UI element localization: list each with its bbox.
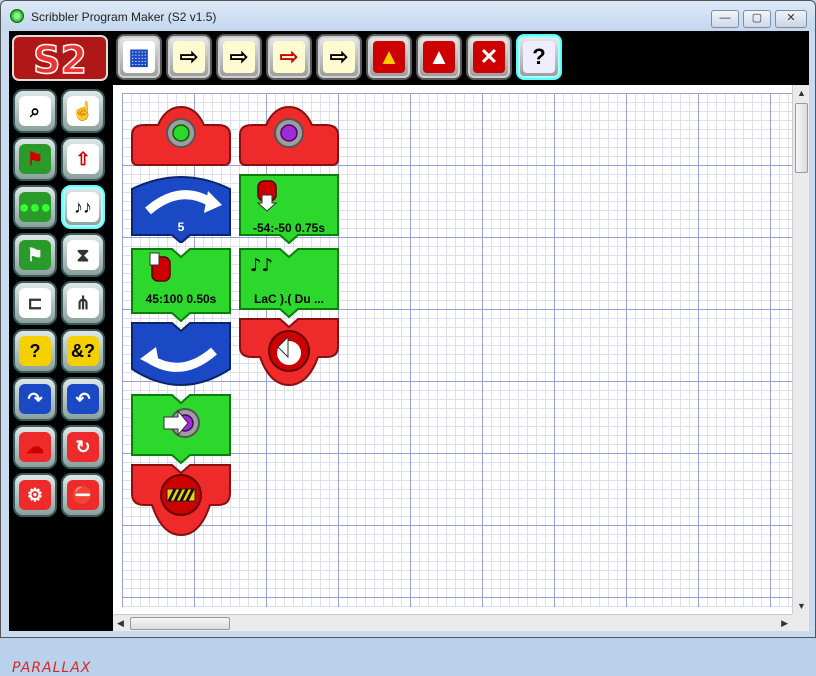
- window-title: Scribbler Program Maker (S2 v1.5): [31, 10, 217, 24]
- gear-arrow-icon: ⚙: [19, 480, 51, 510]
- vertical-scrollbar[interactable]: ▲ ▼: [792, 85, 809, 614]
- robot-tools-icon: ✕: [473, 41, 505, 73]
- program-canvas[interactable]: 5 45:100 0.50s -54:-50 0.75s ♪♪ LaC).(…: [113, 85, 809, 631]
- music-block-label: LaC ).( Du ...: [254, 292, 324, 306]
- client-area: S2 ▦ ⇨ ⇨ ⇨ ⇨ ▲ ▲ ✕? ⌕ ☝ ⚑ ⇧ ●●● ♪♪ ⚑ ⧗ ⊏ ⋔? &? ↷ ↶ ☁ ↻ ⚙ ⛔ PARA…: [9, 31, 809, 676]
- gear-call-block[interactable]: [130, 393, 232, 465]
- toolbar-button-robot-tools[interactable]: ✕: [466, 34, 512, 80]
- stop-block[interactable]: [130, 463, 232, 537]
- palette-button-fork[interactable]: ⋔: [61, 281, 105, 325]
- minimize-button[interactable]: —: [711, 10, 739, 28]
- loop-top-icon: ↷: [19, 384, 51, 414]
- app-icon: [10, 9, 24, 23]
- palette-button-loop-top[interactable]: ↷: [13, 377, 57, 421]
- flag-square-icon: ⚑: [19, 144, 51, 174]
- s2-logo: S2: [12, 35, 108, 81]
- palette-button-cloud[interactable]: ☁: [13, 425, 57, 469]
- and-question-icon: &?: [67, 336, 99, 366]
- loop-end-block[interactable]: [130, 321, 232, 399]
- toolbar-button-grid-view[interactable]: ▦: [116, 34, 162, 80]
- palette-button-question[interactable]: ?: [13, 329, 57, 373]
- title-bar: Scribbler Program Maker (S2 v1.5) — ▢ ✕: [1, 1, 815, 31]
- robot-halo-icon: ▲: [373, 41, 405, 73]
- hourglass-icon: ⧗: [67, 240, 99, 270]
- cloud-icon: ☁: [19, 432, 51, 462]
- toolbar-button-open-file[interactable]: ⇨: [166, 34, 212, 80]
- svg-text:♪♪: ♪♪: [250, 255, 273, 276]
- toolbar-button-robot-compass[interactable]: ▲: [416, 34, 462, 80]
- music-block[interactable]: ♪♪: [238, 247, 340, 319]
- parallax-brand: PARALLAX: [12, 660, 92, 676]
- toolbar: S2 ▦ ⇨ ⇨ ⇨ ⇨ ▲ ▲ ✕?: [9, 31, 809, 85]
- zoom-icon: ⌕: [19, 96, 51, 126]
- toolbar-button-save-file[interactable]: ⇨: [266, 34, 312, 80]
- close-button[interactable]: ✕: [775, 10, 807, 28]
- loop-bottom-icon: ↶: [67, 384, 99, 414]
- palette-button-hand[interactable]: ☝: [61, 89, 105, 133]
- palette-button-motor-up[interactable]: ⇧: [61, 137, 105, 181]
- move-block-label: 45:100 0.50s: [145, 292, 217, 306]
- toolbar-button-robot-halo[interactable]: ▲: [366, 34, 412, 80]
- scroll-left-icon[interactable]: ◀: [117, 618, 124, 629]
- horizontal-scroll-thumb[interactable]: [130, 617, 230, 630]
- move-block[interactable]: [130, 247, 232, 323]
- app-window: Scribbler Program Maker (S2 v1.5) — ▢ ✕ …: [0, 0, 816, 676]
- palette-button-flag-arrow[interactable]: ⚑: [13, 233, 57, 277]
- move-block-2-label: -54:-50 0.75s: [252, 221, 326, 235]
- palette-button-gear-arrow[interactable]: ⚙: [13, 473, 57, 517]
- return-block[interactable]: [238, 317, 340, 387]
- import-file-icon: ⇨: [223, 41, 255, 73]
- scroll-down-icon[interactable]: ▼: [797, 601, 806, 611]
- loop-count: 5: [177, 220, 185, 234]
- palette-button-lights[interactable]: ●●●: [13, 185, 57, 229]
- robot-compass-icon: ▲: [423, 41, 455, 73]
- export-list-icon: ⇨: [323, 41, 355, 73]
- open-file-icon: ⇨: [173, 41, 205, 73]
- flag-arrow-icon: ⚑: [19, 240, 51, 270]
- fork-icon: ⋔: [67, 288, 99, 318]
- return-icon: ↻: [67, 432, 99, 462]
- hand-icon: ☝: [67, 96, 99, 126]
- palette-button-branch[interactable]: ⊏: [13, 281, 57, 325]
- maximize-button[interactable]: ▢: [743, 10, 771, 28]
- palette-button-zoom[interactable]: ⌕: [13, 89, 57, 133]
- palette-button-return[interactable]: ↻: [61, 425, 105, 469]
- help-icon: ?: [523, 41, 555, 73]
- start-block[interactable]: [130, 105, 232, 167]
- lights-icon: ●●●: [19, 192, 51, 222]
- vertical-scroll-thumb[interactable]: [795, 103, 808, 173]
- block-palette: ⌕ ☝ ⚑ ⇧ ●●● ♪♪ ⚑ ⧗ ⊏ ⋔? &? ↷ ↶ ☁ ↻ ⚙ ⛔ PARALLAX: [9, 85, 113, 676]
- toolbar-button-export-list[interactable]: ⇨: [316, 34, 362, 80]
- stop-icon: ⛔: [67, 480, 99, 510]
- start-block-2[interactable]: [238, 105, 340, 167]
- question-icon: ?: [19, 336, 51, 366]
- palette-button-and-question[interactable]: &?: [61, 329, 105, 373]
- palette-button-stop[interactable]: ⛔: [61, 473, 105, 517]
- palette-button-hourglass[interactable]: ⧗: [61, 233, 105, 277]
- svg-text:S2: S2: [33, 38, 87, 81]
- horizontal-scrollbar[interactable]: ◀ ▶: [113, 614, 792, 631]
- grid-view-icon: ▦: [123, 41, 155, 73]
- branch-icon: ⊏: [19, 288, 51, 318]
- palette-button-flag-square[interactable]: ⚑: [13, 137, 57, 181]
- toolbar-button-import-file[interactable]: ⇨: [216, 34, 262, 80]
- palette-button-loop-bottom[interactable]: ↶: [61, 377, 105, 421]
- music-notes-icon: ♪♪: [67, 192, 99, 222]
- toolbar-button-help[interactable]: ?: [516, 34, 562, 80]
- scroll-right-icon[interactable]: ▶: [781, 618, 788, 629]
- scroll-up-icon[interactable]: ▲: [797, 88, 806, 98]
- save-file-icon: ⇨: [273, 41, 305, 73]
- palette-button-music-notes[interactable]: ♪♪: [61, 185, 105, 229]
- motor-up-icon: ⇧: [67, 144, 99, 174]
- scroll-corner: [792, 614, 809, 631]
